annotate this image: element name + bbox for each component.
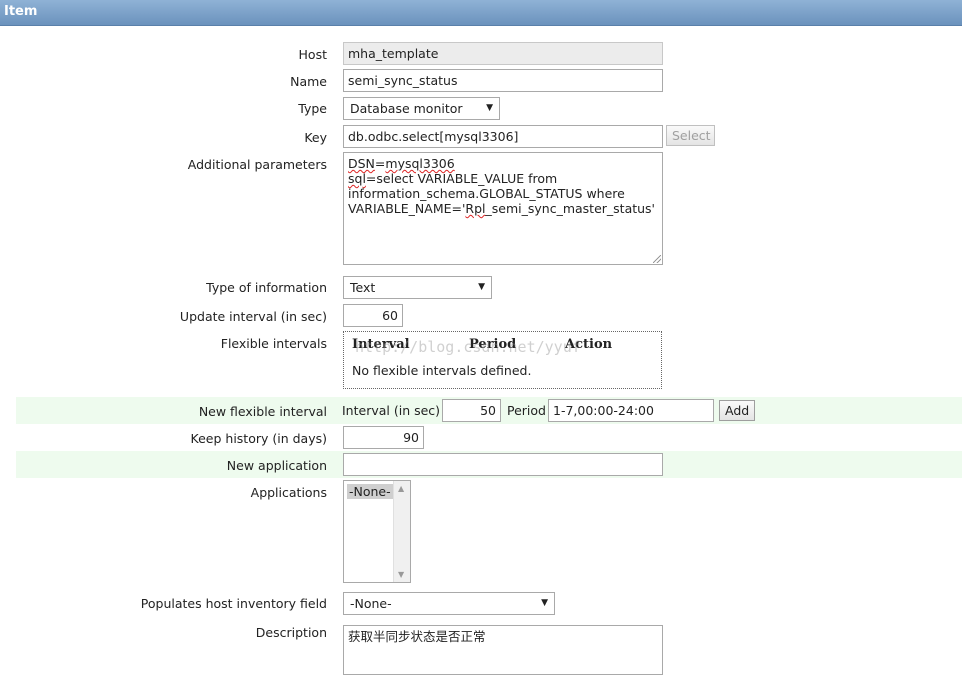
key-field[interactable]: db.odbc.select[mysql3306]	[343, 125, 663, 148]
params-l4a: VARIABLE_NAME='	[348, 201, 466, 216]
params-l2a: sql	[348, 171, 366, 186]
scroll-down-icon[interactable]: ▼	[398, 570, 404, 579]
key-label: Key	[304, 130, 327, 145]
listbox-scrollbar[interactable]: ▲ ▼	[393, 481, 410, 582]
host-label: Host	[298, 47, 327, 62]
update-interval-label: Update interval (in sec)	[179, 309, 327, 324]
name-field[interactable]: semi_sync_status	[343, 69, 663, 92]
applications-label: Applications	[250, 485, 327, 500]
params-l2b: =select VARIABLE_VALUE from	[365, 171, 558, 186]
type-select[interactable]: Database monitor ▼	[343, 97, 500, 120]
host-field[interactable]: mha_template	[343, 42, 663, 65]
params-l3: information_schema.GLOBAL_STATUS where	[348, 186, 625, 201]
applications-listbox[interactable]: -None- ▲ ▼	[343, 480, 411, 583]
type-of-info-label: Type of information	[206, 280, 327, 295]
type-label: Type	[298, 101, 327, 116]
params-l1b: =	[374, 156, 386, 171]
inventory-label: Populates host inventory field	[140, 596, 327, 611]
chevron-down-icon: ▼	[486, 103, 493, 113]
params-textarea[interactable]: DSN=mysql3306 sql=select VARIABLE_VALUE …	[343, 152, 663, 265]
applications-option[interactable]: -None-	[347, 484, 393, 499]
update-interval-field[interactable]: 60	[343, 304, 403, 327]
new-application-field[interactable]	[343, 453, 663, 476]
new-flexible-interval-label: Interval (in sec)	[342, 403, 441, 418]
params-l4b: Rpl	[465, 201, 486, 216]
inventory-select-value: -None-	[350, 596, 392, 611]
type-select-value: Database monitor	[350, 101, 463, 116]
params-l1c: mysql3306	[385, 156, 455, 171]
type-of-info-value: Text	[350, 280, 376, 295]
flexible-label: Flexible intervals	[220, 336, 327, 351]
description-label: Description	[255, 625, 327, 640]
header-title: Item	[4, 4, 38, 19]
params-label: Additional parameters	[187, 157, 327, 172]
params-l4c: _semi_sync_master_status'	[485, 201, 655, 216]
add-flexible-button[interactable]: Add	[719, 400, 755, 421]
new-flexible-period-label: Period	[507, 403, 546, 418]
keep-history-field[interactable]: 90	[343, 426, 424, 449]
new-flexible-interval-field[interactable]: 50	[442, 399, 501, 422]
chevron-down-icon: ▼	[478, 282, 485, 292]
flexible-empty-text: No flexible intervals defined.	[352, 363, 532, 378]
params-l1a: DSN	[348, 156, 375, 171]
name-label: Name	[290, 74, 327, 89]
new-flexible-label: New flexible interval	[198, 404, 327, 419]
key-select-button[interactable]: Select	[666, 125, 715, 146]
item-header: Item	[0, 0, 962, 26]
watermark: http://blog.csdn.net/yyuf	[355, 338, 581, 356]
keep-history-label: Keep history (in days)	[190, 431, 327, 446]
chevron-down-icon: ▼	[541, 598, 548, 608]
new-application-label: New application	[226, 458, 327, 473]
description-textarea[interactable]: 获取半同步状态是否正常	[343, 625, 663, 675]
resize-grip-icon[interactable]	[653, 255, 661, 263]
inventory-select[interactable]: -None- ▼	[343, 592, 555, 615]
new-flexible-period-field[interactable]: 1-7,00:00-24:00	[548, 399, 714, 422]
scroll-up-icon[interactable]: ▲	[398, 484, 404, 493]
type-of-info-select[interactable]: Text ▼	[343, 276, 492, 299]
